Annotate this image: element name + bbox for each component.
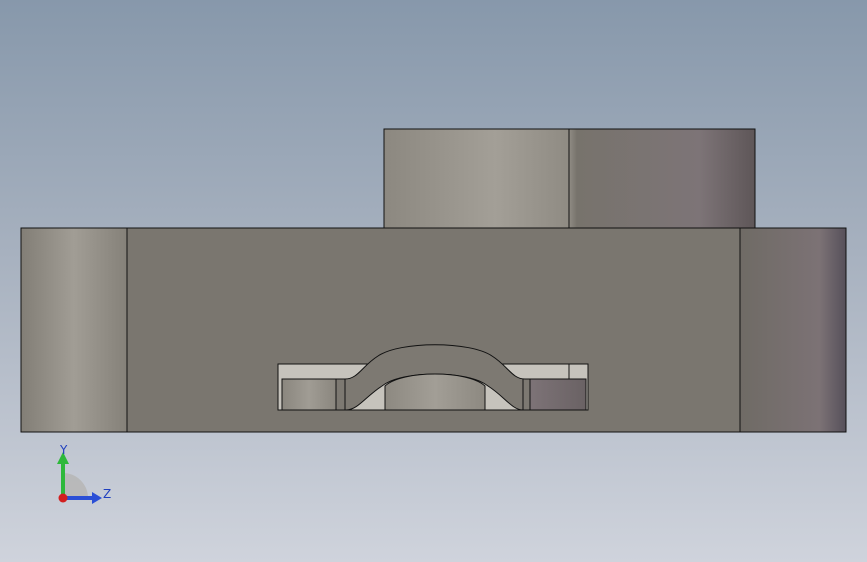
triad-quadrant xyxy=(63,473,88,498)
slot-left-face xyxy=(281,378,337,411)
y-axis-label: Y xyxy=(59,443,68,457)
cad-graphics-viewport[interactable]: Y Z xyxy=(0,0,867,562)
inner-pipe-face xyxy=(384,373,486,411)
left-ear-face[interactable] xyxy=(20,227,128,433)
origin-marker xyxy=(58,493,68,503)
part-model-side-view[interactable] xyxy=(0,0,867,562)
right-ear-face[interactable] xyxy=(739,227,847,433)
z-axis-label: Z xyxy=(103,487,111,501)
slot-right-face xyxy=(529,378,587,411)
cylinder-boss[interactable] xyxy=(383,128,756,229)
z-axis-arrow xyxy=(92,492,102,504)
coordinate-triad: Y Z xyxy=(57,443,111,504)
